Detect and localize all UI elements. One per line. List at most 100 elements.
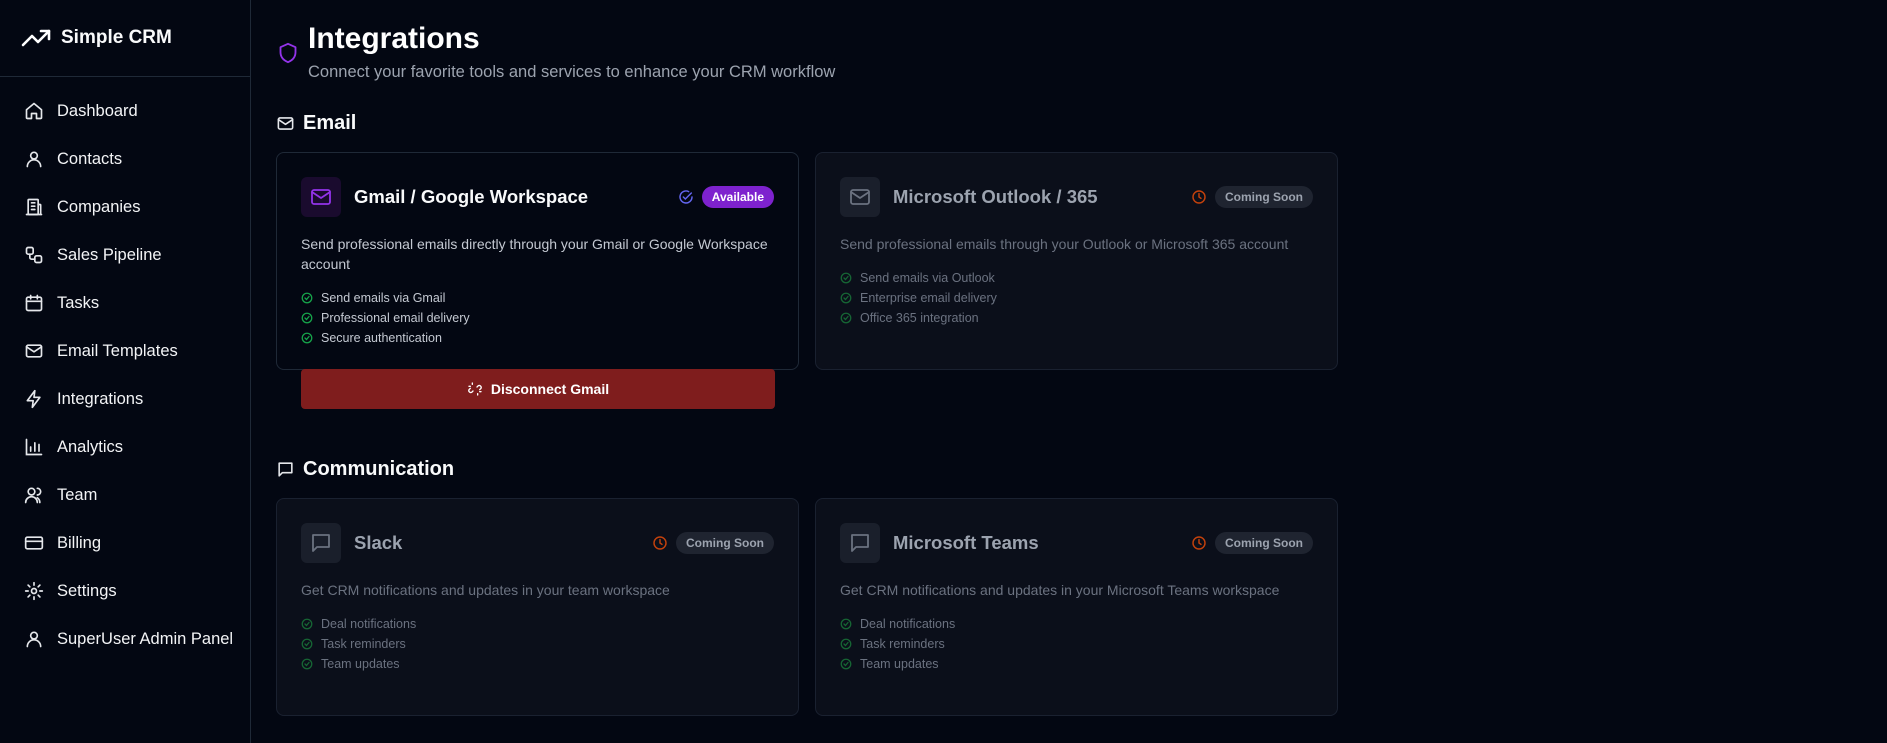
- section-title-label: Email: [303, 112, 357, 134]
- feature-label: Deal notifications: [321, 617, 417, 631]
- card-description: Send professional emails through your Ou…: [840, 236, 1289, 252]
- disconnect-gmail-button[interactable]: Disconnect Gmail: [301, 369, 775, 409]
- feature-item: Task reminders: [301, 634, 774, 654]
- feature-item: Team updates: [301, 654, 774, 674]
- check-circle-icon: [301, 312, 313, 324]
- feature-label: Office 365 integration: [860, 311, 979, 325]
- card-header: Slack Coming Soon: [301, 523, 774, 563]
- feature-item: Deal notifications: [301, 614, 774, 634]
- check-circle-icon: [840, 618, 852, 630]
- clock-icon: [652, 535, 668, 551]
- sidebar-item-label: Contacts: [57, 149, 123, 168]
- card-header: Microsoft Teams Coming Soon: [840, 523, 1313, 563]
- calendar-icon: [24, 293, 44, 313]
- sidebar-item-companies[interactable]: Companies: [0, 183, 250, 231]
- feature-item: Deal notifications: [840, 614, 1313, 634]
- brand[interactable]: Simple CRM: [0, 0, 250, 77]
- unlink-icon: [467, 381, 483, 397]
- mail-icon: [276, 114, 295, 133]
- sidebar: Simple CRM Dashboard Contacts Companies …: [0, 0, 251, 743]
- card-title: Slack: [354, 532, 403, 553]
- card-title: Microsoft Outlook / 365: [893, 186, 1098, 207]
- page-title: Integrations: [308, 22, 480, 55]
- check-circle-icon: [301, 658, 313, 670]
- feature-label: Team updates: [321, 657, 400, 671]
- check-circle-icon: [840, 272, 852, 284]
- feature-item: Enterprise email delivery: [840, 288, 1313, 308]
- sidebar-item-label: SuperUser Admin Panel: [57, 629, 234, 648]
- feature-label: Send emails via Outlook: [860, 271, 995, 285]
- feature-list: Deal notifications Task reminders Team u…: [840, 614, 1313, 674]
- message-square-icon: [301, 523, 341, 563]
- sidebar-item-settings[interactable]: Settings: [0, 567, 250, 615]
- feature-label: Send emails via Gmail: [321, 291, 446, 305]
- feature-item: Team updates: [840, 654, 1313, 674]
- card-status: Available: [678, 186, 774, 208]
- message-square-icon: [840, 523, 880, 563]
- feature-label: Task reminders: [860, 637, 945, 651]
- sidebar-item-team[interactable]: Team: [0, 471, 250, 519]
- feature-list: Send emails via Outlook Enterprise email…: [840, 268, 1313, 328]
- section-title-label: Communication: [303, 458, 455, 480]
- sidebar-item-superuser-admin-panel[interactable]: SuperUser Admin Panel: [0, 615, 250, 663]
- sidebar-item-label: Email Templates: [57, 341, 178, 360]
- card-title: Gmail / Google Workspace: [354, 186, 589, 207]
- user-icon: [24, 629, 44, 649]
- card-description: Get CRM notifications and updates in you…: [840, 582, 1280, 598]
- workflow-icon: [24, 245, 44, 265]
- feature-label: Deal notifications: [860, 617, 956, 631]
- feature-label: Task reminders: [321, 637, 406, 651]
- sidebar-item-sales-pipeline[interactable]: Sales Pipeline: [0, 231, 250, 279]
- status-badge: Coming Soon: [1215, 186, 1313, 208]
- section-title-communication: Communication: [276, 458, 454, 481]
- check-circle-icon: [840, 658, 852, 670]
- sidebar-item-integrations[interactable]: Integrations: [0, 375, 250, 423]
- bar-chart-icon: [24, 437, 44, 457]
- app-name: Simple CRM: [61, 27, 172, 48]
- card-status: Coming Soon: [652, 532, 774, 554]
- feature-item: Office 365 integration: [840, 308, 1313, 328]
- building-icon: [24, 197, 44, 217]
- card-status: Coming Soon: [1191, 532, 1313, 554]
- mail-icon: [301, 177, 341, 217]
- sidebar-item-dashboard[interactable]: Dashboard: [0, 87, 250, 135]
- sidebar-item-label: Integrations: [57, 389, 144, 408]
- sidebar-item-label: Tasks: [57, 293, 100, 312]
- status-badge: Coming Soon: [676, 532, 774, 554]
- card-header: Microsoft Outlook / 365 Coming Soon: [840, 177, 1313, 217]
- check-circle-icon: [840, 312, 852, 324]
- integration-card-microsoft-teams: Microsoft Teams Coming Soon Get CRM noti…: [815, 498, 1338, 716]
- sidebar-item-contacts[interactable]: Contacts: [0, 135, 250, 183]
- sidebar-item-tasks[interactable]: Tasks: [0, 279, 250, 327]
- shield-icon: [278, 42, 298, 64]
- sidebar-item-billing[interactable]: Billing: [0, 519, 250, 567]
- card-description: Send professional emails directly throug…: [301, 236, 768, 272]
- feature-list: Send emails via Gmail Professional email…: [301, 288, 774, 348]
- card-description: Get CRM notifications and updates in you…: [301, 582, 670, 598]
- status-badge: Available: [701, 186, 774, 208]
- sidebar-item-label: Companies: [57, 197, 141, 216]
- feature-item: Send emails via Outlook: [840, 268, 1313, 288]
- sidebar-item-label: Team: [57, 485, 98, 504]
- section-title-email: Email: [276, 112, 356, 135]
- feature-item: Send emails via Gmail: [301, 288, 774, 308]
- integration-card-outlook: Microsoft Outlook / 365 Coming Soon Send…: [815, 152, 1338, 370]
- feature-list: Deal notifications Task reminders Team u…: [301, 614, 774, 674]
- gear-icon: [24, 581, 44, 601]
- clock-icon: [1191, 535, 1207, 551]
- sidebar-item-label: Settings: [57, 581, 117, 600]
- sidebar-item-email-templates[interactable]: Email Templates: [0, 327, 250, 375]
- sidebar-item-label: Analytics: [57, 437, 124, 456]
- integration-card-slack: Slack Coming Soon Get CRM notifications …: [276, 498, 799, 716]
- check-circle-icon: [301, 638, 313, 650]
- check-circle-icon: [840, 638, 852, 650]
- check-circle-icon: [678, 189, 694, 205]
- card-status: Coming Soon: [1191, 186, 1313, 208]
- zap-icon: [24, 389, 44, 409]
- credit-card-icon: [24, 533, 44, 553]
- feature-label: Enterprise email delivery: [860, 291, 997, 305]
- clock-icon: [1191, 189, 1207, 205]
- sidebar-item-analytics[interactable]: Analytics: [0, 423, 250, 471]
- mail-icon: [840, 177, 880, 217]
- feature-item: Task reminders: [840, 634, 1313, 654]
